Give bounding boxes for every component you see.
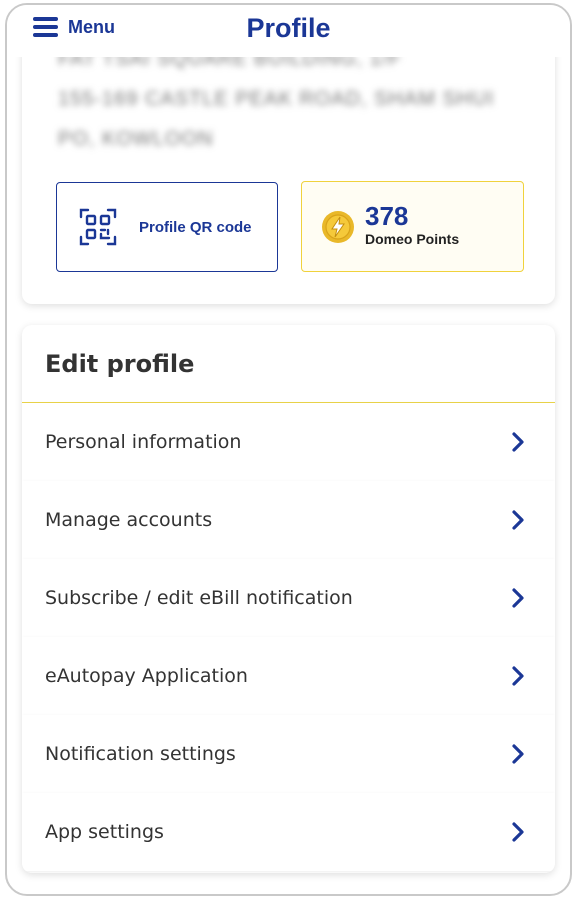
profile-qr-code-button[interactable]: Profile QR code <box>56 182 278 272</box>
menu-item-app-settings[interactable]: App settings <box>22 793 555 871</box>
edit-profile-title: Edit profile <box>45 349 195 378</box>
menu-item-notification-settings[interactable]: Notification settings <box>22 715 555 793</box>
address-text: FAT TSAI SQUARE BUILDING, 1/F 155-169 CA… <box>58 39 528 159</box>
qr-code-icon <box>79 208 117 246</box>
menu-item-label: eAutopay Application <box>45 665 248 687</box>
menu-item-ebill-notification[interactable]: Subscribe / edit eBill notification <box>22 559 555 637</box>
top-bar: Menu Profile <box>7 5 570 57</box>
menu-item-personal-information[interactable]: Personal information <box>22 403 555 481</box>
profile-summary-card: FAT TSAI SQUARE BUILDING, 1/F 155-169 CA… <box>22 29 555 304</box>
chevron-right-icon <box>512 510 524 530</box>
menu-button[interactable]: Menu <box>33 14 115 40</box>
coin-lightning-icon <box>322 210 354 243</box>
app-frame: FAT TSAI SQUARE BUILDING, 1/F 155-169 CA… <box>5 3 572 896</box>
menu-item-label: App settings <box>45 821 164 843</box>
chevron-right-icon <box>512 666 524 686</box>
address-line: PO, KOWLOON <box>58 128 214 150</box>
address-line: 155-169 CASTLE PEAK ROAD, SHAM SHUI <box>58 88 495 110</box>
menu-item-manage-accounts[interactable]: Manage accounts <box>22 481 555 559</box>
menu-item-eautopay-application[interactable]: eAutopay Application <box>22 637 555 715</box>
chevron-right-icon <box>512 744 524 764</box>
domeo-points-button[interactable]: 378 Domeo Points <box>301 181 524 272</box>
menu-item-label: Personal information <box>45 431 242 453</box>
qr-button-label: Profile QR code <box>139 218 252 236</box>
chevron-right-icon <box>512 588 524 608</box>
edit-profile-card: Edit profile Personal information Manage… <box>22 325 555 873</box>
chevron-right-icon <box>512 822 524 842</box>
points-text: 378 Domeo Points <box>365 202 459 248</box>
edit-profile-header: Edit profile <box>22 325 555 403</box>
hamburger-icon <box>33 17 58 37</box>
menu-item-label: Notification settings <box>45 743 236 765</box>
menu-label: Menu <box>68 16 115 37</box>
menu-item-label: Subscribe / edit eBill notification <box>45 587 353 609</box>
menu-item-label: Manage accounts <box>45 509 213 531</box>
points-label: Domeo Points <box>365 230 460 247</box>
points-value: 378 <box>365 200 409 231</box>
chevron-right-icon <box>512 432 524 452</box>
